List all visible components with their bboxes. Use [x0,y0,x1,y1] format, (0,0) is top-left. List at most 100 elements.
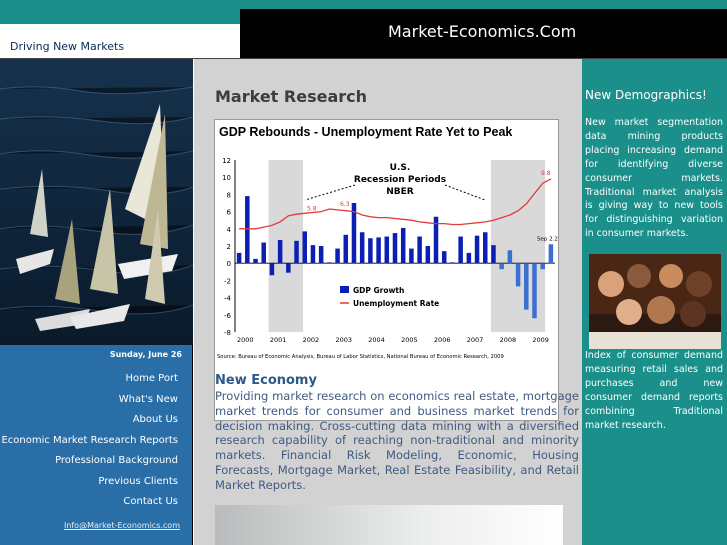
top-accent-bar [0,0,727,9]
gdp-bar [318,246,324,264]
y-tick-label: 0 [227,260,231,268]
x-tick-label: 2004 [368,336,385,344]
demographics-title: New Demographics! [585,88,707,102]
x-tick-label: 2000 [237,336,254,344]
legend-gdp-swatch [340,286,349,293]
gdp-bar [515,263,521,287]
x-tick-label: 2002 [303,336,320,344]
gdp-bar [294,240,299,264]
bottom-image [215,505,563,545]
gdp-bar [474,235,480,264]
chart-title: GDP Rebounds - Unemployment Rate Yet to … [219,125,512,139]
gdp-bar [310,245,316,264]
annotation-5-8: 5.8 [307,205,317,212]
recession-arrow-right [444,184,486,201]
gdp-bar [409,248,414,264]
recession-label: Recession Periods [354,175,446,185]
chart-source: Source: Bureau of Economic Analysis, Bur… [217,354,504,360]
body-paragraph: Providing market research on economics r… [215,389,579,492]
gdp-bar [368,238,373,264]
gdp-bar [343,234,349,264]
legend-gdp-label: GDP Growth [353,286,404,295]
x-tick-label: 2003 [335,336,352,344]
annotation-sep: Sep 2.2 [537,236,558,242]
gdp-chart-svg: GDP Rebounds - Unemployment Rate Yet to … [217,125,573,360]
y-tick-label: 6 [227,209,232,217]
gdp-bar [524,263,529,310]
gdp-bar [417,236,422,264]
people-photo [589,254,721,349]
legend-unemp-label: Unemployment Rate [353,299,439,308]
gdp-bar [376,237,381,264]
gdp-bar [359,232,365,264]
gdp-bar [483,232,488,264]
index-text: Index of consumer demand measuring retai… [585,350,723,431]
left-sidebar: Sunday, June 26 Home Port What's New Abo… [0,59,193,545]
gdp-bar [277,239,283,264]
y-tick-label: 10 [222,174,231,182]
right-sidebar: New Demographics! New market segmentatio… [582,59,727,545]
main-nav: Home Port What's New About Us Economic M… [1,372,178,516]
nav-home-port[interactable]: Home Port [1,372,178,393]
recession-label: U.S. [390,163,411,173]
gdp-bar [269,263,275,276]
annotation-9-8: 9.8 [541,170,551,177]
header-teal-strip [0,9,240,24]
x-tick-label: 2005 [401,336,418,344]
y-tick-label: -2 [224,277,231,285]
gdp-bar [532,263,537,319]
y-tick-label: 4 [227,226,232,234]
nav-research-reports[interactable]: Economic Market Research Reports [1,434,178,455]
gdp-bar [400,227,406,264]
recession-arrow-left [304,184,356,201]
nav-contact-us[interactable]: Contact Us [1,495,178,516]
gdp-bar [302,231,307,264]
y-tick-label: 8 [227,191,231,199]
gdp-bar [253,258,258,264]
page-title: Market Research [215,87,367,106]
gdp-bar [466,252,472,264]
main-content: Market Research GDP Rebounds - Unemploym… [194,59,582,545]
nav-professional-background[interactable]: Professional Background [1,454,178,475]
nav-previous-clients[interactable]: Previous Clients [1,475,178,496]
gdp-bar [499,263,504,270]
x-tick-label: 2008 [500,336,517,344]
x-tick-label: 2009 [532,336,549,344]
email-link[interactable]: Info@Market-Economics.com [64,521,180,530]
x-tick-label: 2006 [434,336,451,344]
gdp-bar [261,242,266,264]
tagline: Driving New Markets [10,40,125,53]
gdp-bar [236,252,242,264]
gdp-bar [286,263,291,273]
y-tick-label: 2 [227,243,231,251]
gdp-bar [441,251,447,264]
annotation-6-3: 6.3 [340,201,350,208]
sailboats-photo [0,59,193,345]
x-tick-label: 2007 [467,336,484,344]
gdp-bar [507,250,513,264]
nav-whats-new[interactable]: What's New [1,393,178,414]
current-date: Sunday, June 26 [109,350,182,359]
gdp-bar [548,244,554,264]
gdp-bar [392,233,398,264]
gdp-bar [450,262,455,264]
gdp-bar [458,236,463,264]
y-tick-label: 12 [222,157,231,165]
x-tick-label: 2001 [270,336,287,344]
gdp-bar [327,262,332,264]
gdp-bar [491,245,496,264]
y-tick-label: -6 [224,312,232,320]
section-title: New Economy [215,373,317,388]
demographics-text: New market segmentation data mining prod… [585,117,723,240]
nav-about-us[interactable]: About Us [1,413,178,434]
site-title[interactable]: Market-Economics.Com [388,22,576,41]
gdp-bar [245,196,250,264]
recession-shade-2008 [491,160,546,332]
gdp-bar [425,246,431,264]
gdp-bar [384,236,390,264]
recession-label: NBER [386,187,414,197]
y-tick-label: -8 [224,329,231,337]
gdp-bar [335,248,340,264]
gdp-bar [540,263,545,270]
y-tick-label: -4 [224,295,232,303]
